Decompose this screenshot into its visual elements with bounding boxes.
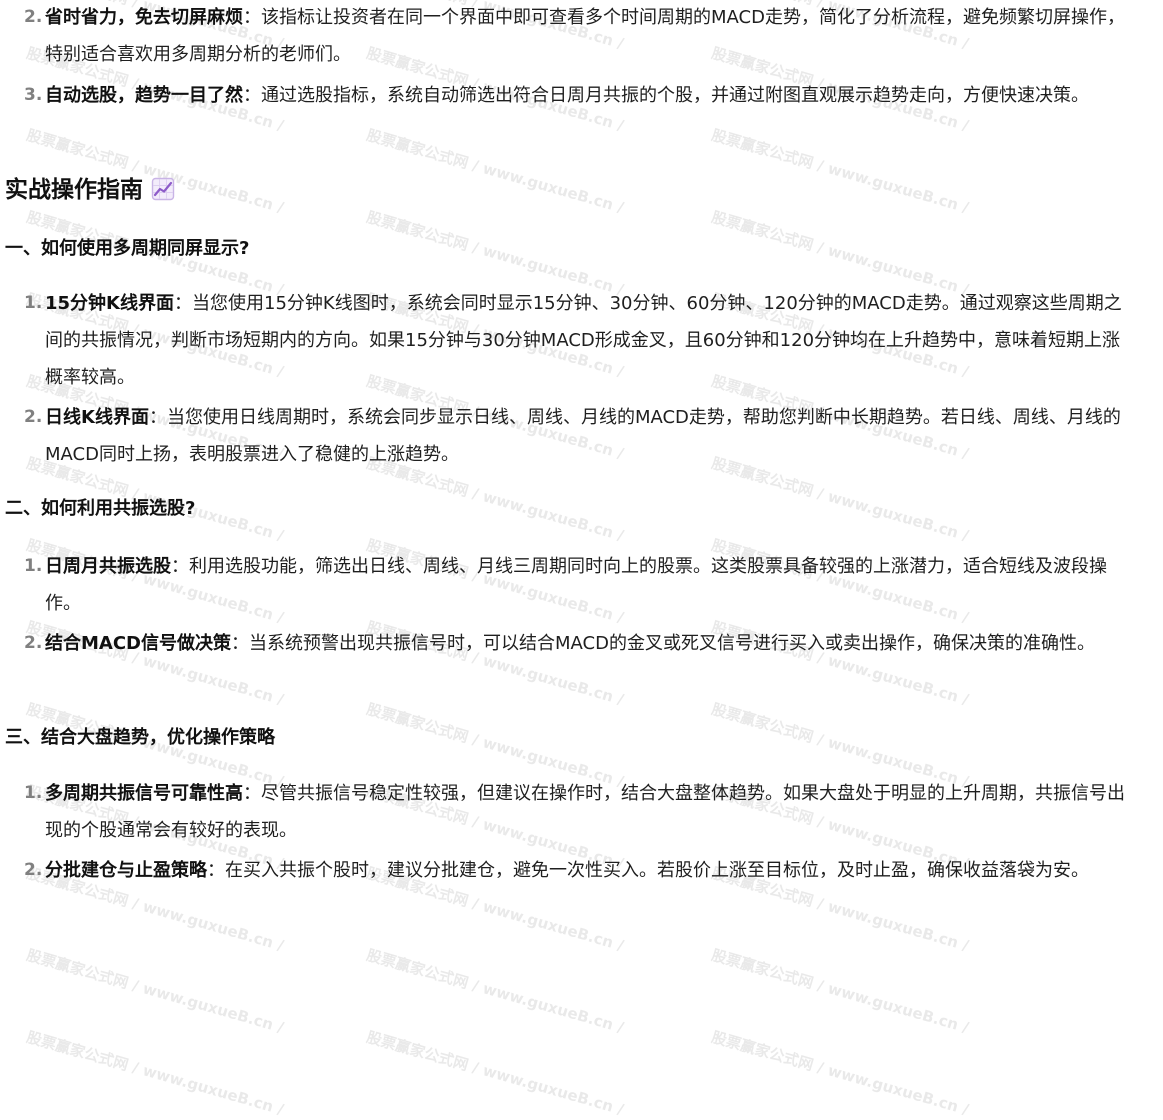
section-heading: 实战操作指南 [5, 175, 175, 205]
item-title: 多周期共振信号可靠性高 [45, 783, 243, 804]
item-title: 15分钟K线界面 [45, 293, 174, 314]
list-text: 日线K线界面：当您使用日线周期时，系统会同步显示日线、周线、月线的MACD走势，… [45, 407, 1121, 465]
list-number: 1. [24, 783, 43, 803]
watermark-text: 股票赢家公式网 / www.guxueB.cn / [709, 125, 971, 217]
list-text: 多周期共振信号可靠性高：尽管共振信号稳定性较强，但建议在操作时，结合大盘整体趋势… [45, 783, 1125, 841]
item-body: 当您使用15分钟K线图时，系统会同时显示15分钟、30分钟、60分钟、120分钟… [45, 293, 1122, 388]
subheading-market-trend: 三、结合大盘趋势，优化操作策略 [5, 727, 275, 748]
watermark-text: 股票赢家公式网 / www.guxueB.cn / [709, 1027, 971, 1119]
list-text: 自动选股，趋势一目了然：通过选股指标，系统自动筛选出符合日周月共振的个股，并通过… [45, 85, 1089, 106]
watermark-text: 股票赢家公式网 / www.guxueB.cn / [364, 1027, 626, 1119]
list-number: 2. [24, 633, 43, 653]
subheading-multi-period: 一、如何使用多周期同屏显示? [5, 238, 250, 259]
item-title: 自动选股，趋势一目了然 [45, 85, 243, 106]
watermark-text: 股票赢家公式网 / www.guxueB.cn / [364, 125, 626, 217]
item-body: 当您使用日线周期时，系统会同步显示日线、周线、月线的MACD走势，帮助您判断中长… [45, 407, 1121, 465]
list-text: 省时省力，免去切屏麻烦：该指标让投资者在同一个界面中即可查看多个时间周期的MAC… [45, 7, 1125, 65]
list-text: 结合MACD信号做决策：当系统预警出现共振信号时，可以结合MACD的金叉或死叉信… [45, 633, 1095, 654]
item-body: 在买入共振个股时，建议分批建仓，避免一次性买入。若股价上涨至目标位，及时止盈，确… [225, 860, 1089, 881]
list-number: 3. [24, 85, 43, 105]
watermark-text: 股票赢家公式网 / www.guxueB.cn / [24, 945, 286, 1037]
list-number: 2. [24, 407, 43, 427]
item-title: 日线K线界面 [45, 407, 149, 428]
list-text: 15分钟K线界面：当您使用15分钟K线图时，系统会同时显示15分钟、30分钟、6… [45, 293, 1122, 388]
list-number: 2. [24, 7, 43, 27]
list-text: 日周月共振选股：利用选股功能，筛选出日线、周线、月线三周期同时向上的股票。这类股… [45, 556, 1107, 614]
watermark-text: 股票赢家公式网 / www.guxueB.cn / [364, 945, 626, 1037]
watermark-text: 股票赢家公式网 / www.guxueB.cn / [24, 1027, 286, 1119]
item-body: 利用选股功能，筛选出日线、周线、月线三周期同时向上的股票。这类股票具备较强的上涨… [45, 556, 1107, 614]
item-title: 省时省力，免去切屏麻烦 [45, 7, 243, 28]
list-text: 分批建仓与止盈策略：在买入共振个股时，建议分批建仓，避免一次性买入。若股价上涨至… [45, 860, 1089, 881]
list-number: 2. [24, 860, 43, 880]
subheading-resonance-selection: 二、如何利用共振选股? [5, 498, 196, 519]
list-number: 1. [24, 556, 43, 576]
list-number: 1. [24, 293, 43, 313]
watermark-text: 股票赢家公式网 / www.guxueB.cn / [709, 945, 971, 1037]
item-body: 通过选股指标，系统自动筛选出符合日周月共振的个股，并通过附图直观展示趋势走向，方… [261, 85, 1089, 106]
chart-increasing-icon [151, 177, 175, 201]
item-title: 分批建仓与止盈策略 [45, 860, 207, 881]
item-title: 日周月共振选股 [45, 556, 171, 577]
item-title: 结合MACD信号做决策 [45, 633, 231, 654]
item-body: 当系统预警出现共振信号时，可以结合MACD的金叉或死叉信号进行买入或卖出操作，确… [249, 633, 1095, 654]
